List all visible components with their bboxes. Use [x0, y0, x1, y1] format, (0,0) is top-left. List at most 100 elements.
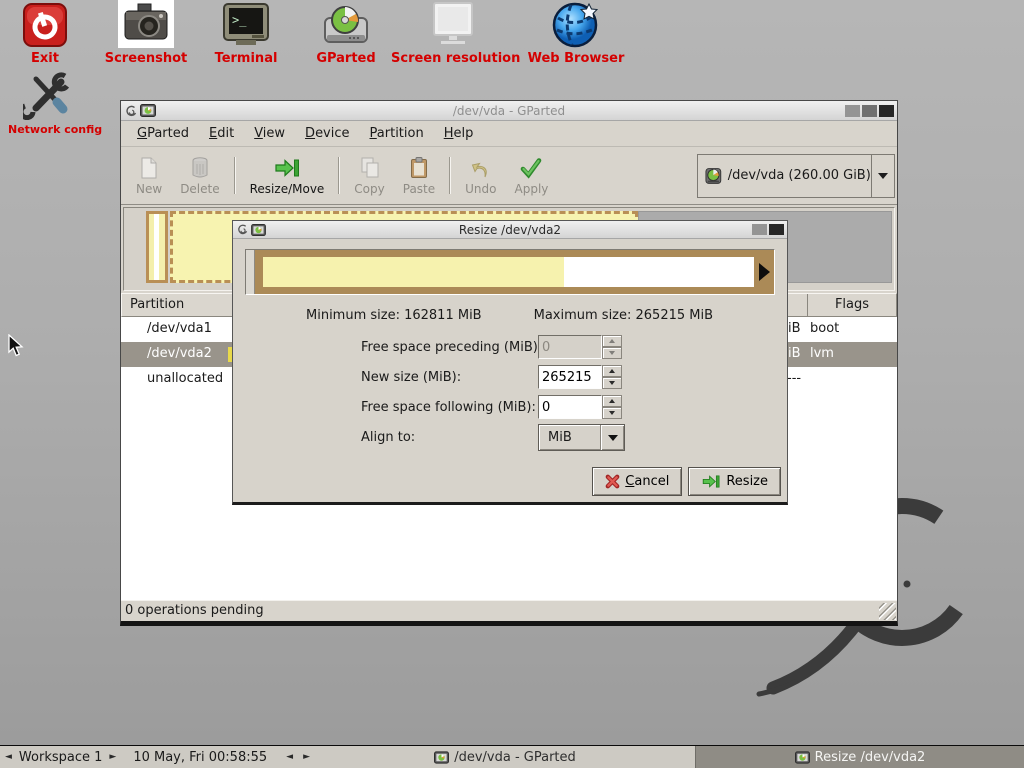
window-menu-swirl-icon[interactable]: [124, 104, 137, 118]
gparted-app-icon: [251, 224, 266, 236]
delete-button[interactable]: Delete: [171, 149, 228, 202]
resize-bar-used: [263, 257, 564, 287]
free-space-preceding-stepper[interactable]: [602, 335, 622, 359]
maximize-button[interactable]: [862, 105, 877, 117]
column-header-partition[interactable]: Partition: [122, 294, 184, 316]
spin-down-icon[interactable]: [602, 377, 622, 389]
resize-arrow-icon: [274, 156, 300, 180]
toolbar-separator: [338, 157, 340, 194]
desktop-icon-network-config[interactable]: Network config: [8, 70, 86, 136]
right-arrow-icon: [759, 263, 770, 281]
gparted-app-icon: [434, 751, 449, 764]
button-label: Copy: [354, 182, 384, 196]
resize-frame: [255, 250, 754, 294]
svg-text:>_: >_: [232, 13, 247, 27]
new-document-icon: [138, 156, 160, 180]
spin-up-icon[interactable]: [602, 335, 622, 347]
gparted-app-icon: [140, 104, 156, 117]
device-selector[interactable]: /dev/vda (260.00 GiB): [697, 154, 895, 198]
desktop-icon-screenshot[interactable]: Screenshot: [103, 0, 189, 66]
menu-view[interactable]: View: [244, 122, 295, 146]
desktop-icon-screen-resolution[interactable]: Screen resolution: [391, 0, 515, 66]
cancel-button[interactable]: Cancel: [592, 467, 682, 496]
icon-label: GParted: [305, 51, 387, 66]
new-size-row: New size (MiB):: [233, 363, 787, 393]
new-button[interactable]: New: [127, 149, 171, 202]
spin-up-icon[interactable]: [602, 395, 622, 407]
desktop-icon-exit[interactable]: Exit: [12, 2, 78, 66]
resize-grip[interactable]: [879, 603, 896, 620]
resize-left-handle[interactable]: [246, 250, 255, 294]
window-prev-icon[interactable]: ◄: [281, 752, 298, 762]
maximum-size-text: Maximum size: 265215 MiB: [534, 308, 713, 323]
spin-down-icon[interactable]: [602, 347, 622, 359]
resize-confirm-button[interactable]: Resize: [688, 467, 781, 496]
menu-device[interactable]: Device: [295, 122, 359, 146]
menu-gparted[interactable]: GParted: [127, 122, 199, 146]
resize-arrow-icon: [701, 473, 721, 490]
align-to-combobox[interactable]: MiB: [538, 424, 625, 451]
copy-icon: [359, 156, 381, 180]
free-space-following-input[interactable]: [538, 395, 602, 419]
desktop-icon-terminal[interactable]: >_ Terminal: [203, 2, 289, 66]
spin-down-icon[interactable]: [602, 407, 622, 419]
window-next-icon[interactable]: ►: [298, 752, 315, 762]
new-size-input[interactable]: [538, 365, 602, 389]
menu-edit[interactable]: Edit: [199, 122, 244, 146]
menu-partition[interactable]: Partition: [360, 122, 434, 146]
gparted-drive-icon: [322, 2, 370, 48]
globe-icon: [549, 0, 603, 48]
resize-slider-widget: [245, 249, 775, 295]
button-label: Resize/Move: [250, 182, 325, 196]
free-space-preceding-label: Free space preceding (MiB):: [361, 340, 542, 355]
partition-name: unallocated: [147, 371, 223, 386]
undo-button[interactable]: Undo: [456, 149, 505, 202]
new-size-stepper[interactable]: [602, 365, 622, 389]
apply-button[interactable]: Apply: [506, 149, 558, 202]
new-size-label: New size (MiB):: [361, 370, 461, 385]
copy-button[interactable]: Copy: [345, 149, 393, 202]
window-menu-swirl-icon[interactable]: [236, 223, 248, 236]
free-space-preceding-input[interactable]: [538, 335, 602, 359]
desktop-icon-web-browser[interactable]: Web Browser: [521, 0, 631, 66]
chevron-down-icon[interactable]: [872, 173, 894, 179]
resize-bar[interactable]: [263, 257, 754, 287]
paste-clipboard-icon: [408, 156, 430, 180]
dialog-minimize-button[interactable]: [752, 224, 767, 235]
workspace-next-icon[interactable]: ►: [104, 752, 121, 762]
toolbar-separator: [449, 157, 451, 194]
free-space-following-label: Free space following (MiB):: [361, 400, 536, 415]
menu-help[interactable]: Help: [434, 122, 484, 146]
free-space-following-stepper[interactable]: [602, 395, 622, 419]
chevron-down-icon: [601, 435, 624, 441]
desktop-icon-gparted[interactable]: GParted: [305, 2, 387, 66]
status-text: 0 operations pending: [125, 603, 264, 618]
cancel-label: Cancel: [625, 474, 669, 489]
dialog-title: Resize /dev/vda2: [233, 223, 787, 237]
taskbar-item-label: /dev/vda - GParted: [454, 750, 576, 765]
spin-up-icon[interactable]: [602, 365, 622, 377]
dialog-close-button[interactable]: [769, 224, 784, 235]
cancel-x-icon: [605, 474, 620, 489]
apply-check-icon: [519, 156, 543, 180]
dialog-title-bar[interactable]: Resize /dev/vda2: [233, 221, 787, 239]
workspace-prev-icon[interactable]: ◄: [0, 752, 17, 762]
status-bar: 0 operations pending: [121, 600, 897, 621]
close-button[interactable]: [879, 105, 894, 117]
icon-label: Exit: [12, 51, 78, 66]
column-header-flags[interactable]: Flags: [807, 294, 896, 316]
resize-right-handle[interactable]: [754, 250, 774, 294]
resize-label: Resize: [726, 474, 768, 489]
main-title-bar[interactable]: /dev/vda - GParted: [121, 101, 897, 121]
taskbar-item-resize-dialog-active[interactable]: Resize /dev/vda2: [695, 746, 1024, 768]
workspace-label[interactable]: Workspace 1: [17, 750, 104, 765]
taskbar-item-gparted[interactable]: /dev/vda - GParted: [315, 746, 695, 768]
button-label: Delete: [180, 182, 219, 196]
minimize-button[interactable]: [845, 105, 860, 117]
viz-partition-vda1[interactable]: [146, 211, 168, 283]
button-label: Apply: [515, 182, 549, 196]
icon-label: Screenshot: [103, 51, 189, 66]
device-drive-icon: [705, 166, 722, 186]
resize-move-button[interactable]: Resize/Move: [241, 149, 334, 202]
paste-button[interactable]: Paste: [394, 149, 444, 202]
